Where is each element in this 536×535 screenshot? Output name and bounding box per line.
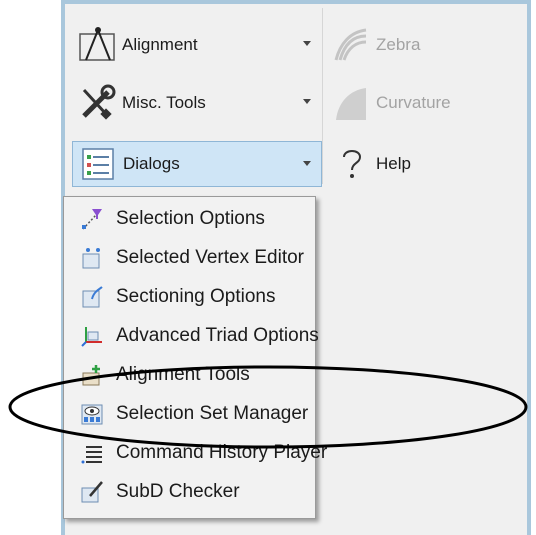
menu-item-advanced-triad-options[interactable]: Advanced Triad Options	[64, 319, 319, 353]
menu-item-command-history-player[interactable]: Command History Player	[64, 436, 327, 470]
menu-item-label: Alignment Tools	[116, 364, 250, 385]
menu-item-subd-checker[interactable]: SubD Checker	[64, 475, 315, 509]
chevron-down-icon[interactable]	[303, 41, 311, 46]
menu-item-label: SubD Checker	[116, 481, 240, 502]
dialogs-dropdown-menu: Selection Options Selected Vertex Editor…	[63, 196, 327, 519]
curvature-icon	[336, 88, 366, 120]
misc-tools-button[interactable]: Misc. Tools	[76, 80, 321, 126]
dialogs-icon	[82, 148, 114, 180]
help-button[interactable]: Help	[330, 141, 520, 187]
menu-item-label: Advanced Triad Options	[116, 325, 319, 346]
menu-item-label: Sectioning Options	[116, 286, 276, 307]
zebra-label: Zebra	[376, 35, 421, 54]
misc-tools-label: Misc. Tools	[122, 93, 206, 112]
question-icon	[343, 150, 362, 178]
triad-icon	[81, 327, 102, 347]
menu-item-selection-options[interactable]: Selection Options	[64, 202, 315, 236]
sectioning-icon	[82, 286, 103, 308]
zebra-icon	[334, 28, 367, 61]
ribbon-separator	[322, 8, 323, 184]
help-label: Help	[376, 154, 411, 173]
checker-icon	[81, 481, 103, 503]
chevron-down-icon[interactable]	[303, 161, 311, 166]
menu-item-label: Selected Vertex Editor	[116, 247, 304, 268]
menu-item-alignment-tools[interactable]: Alignment Tools	[64, 358, 315, 392]
menu-item-selected-vertex-editor[interactable]: Selected Vertex Editor	[64, 241, 315, 275]
curvature-button[interactable]: Curvature	[330, 80, 520, 126]
alignment-label: Alignment	[122, 35, 198, 54]
alignment-icon	[79, 27, 115, 61]
selection-set-icon	[81, 404, 103, 425]
alignment-tools-icon	[82, 365, 100, 386]
menu-item-label: Selection Options	[116, 208, 265, 229]
chevron-down-icon[interactable]	[303, 99, 311, 104]
zebra-button[interactable]: Zebra	[330, 22, 520, 68]
alignment-button[interactable]: Alignment	[76, 22, 321, 68]
menu-item-label: Command History Player	[116, 442, 328, 463]
wrench-screwdriver-icon	[82, 84, 116, 120]
menu-item-sectioning-options[interactable]: Sectioning Options	[64, 280, 315, 314]
menu-item-selection-set-manager[interactable]: Selection Set Manager	[64, 397, 315, 431]
funnel-selection-icon	[82, 209, 102, 230]
vertex-editor-icon	[82, 248, 100, 269]
dialogs-label: Dialogs	[123, 154, 180, 173]
curvature-label: Curvature	[376, 93, 451, 112]
history-list-icon	[81, 446, 102, 464]
dialogs-button[interactable]: Dialogs	[72, 141, 322, 187]
menu-item-label: Selection Set Manager	[116, 403, 309, 424]
